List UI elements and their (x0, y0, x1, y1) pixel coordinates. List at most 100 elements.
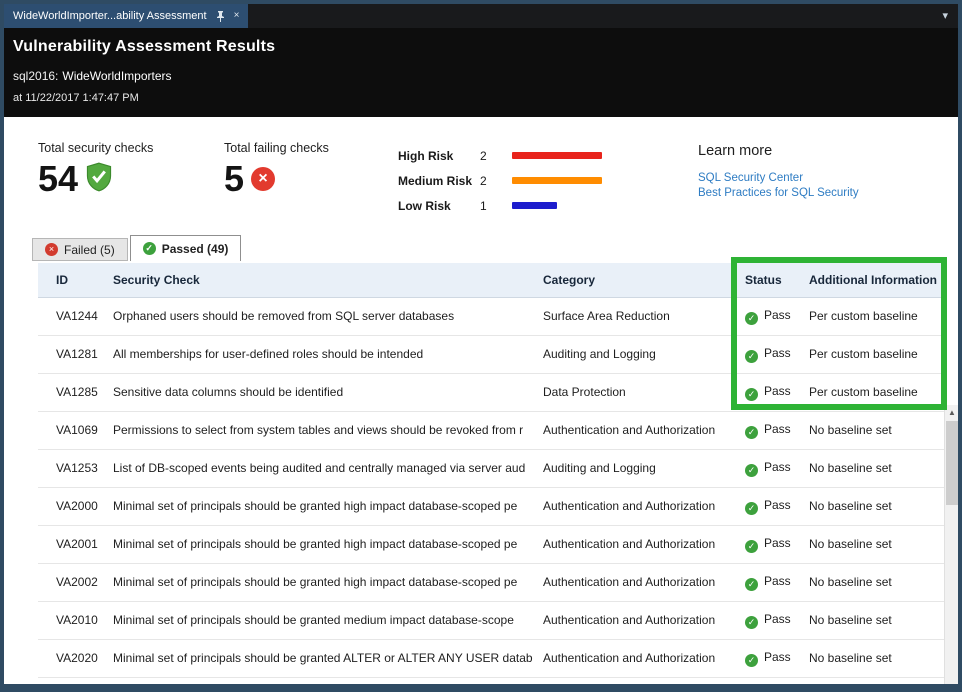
column-header-id[interactable]: ID (38, 263, 105, 297)
cell-additional-information: No baseline set (801, 601, 944, 639)
cell-id: VA2010 (38, 601, 105, 639)
cell-additional-information: No baseline set (801, 563, 944, 601)
cell-category: Surface Area Reduction (535, 297, 737, 335)
pass-icon: ✓ (745, 502, 758, 515)
risk-row: Low Risk1 (398, 193, 602, 218)
cell-category: Data Protection (535, 373, 737, 411)
cell-category: Authentication and Authorization (535, 563, 737, 601)
cell-additional-information: Per custom baseline (801, 335, 944, 373)
table-row[interactable]: VA1244Orphaned users should be removed f… (38, 297, 944, 335)
total-checks-metric: Total security checks 54 (38, 141, 224, 197)
cell-category: Authentication and Authorization (535, 411, 737, 449)
table-row[interactable]: VA2000Minimal set of principals should b… (38, 487, 944, 525)
cell-id: VA1285 (38, 373, 105, 411)
table-row[interactable]: VA1285Sensitive data columns should be i… (38, 373, 944, 411)
cell-status: ✓ Pass (737, 487, 801, 525)
cell-status: ✓Pass (737, 563, 801, 601)
risk-label: Medium Risk (398, 174, 480, 188)
cell-status: ✓ Pass (737, 525, 801, 563)
failed-tab-label: Failed (5) (64, 243, 115, 257)
pass-icon: ✓ (745, 654, 758, 667)
total-checks-label: Total security checks (38, 141, 224, 155)
table-row[interactable]: VA1253List of DB-scoped events being aud… (38, 449, 944, 487)
cell-id: VA2002 (38, 563, 105, 601)
cell-id: VA1253 (38, 449, 105, 487)
table-row[interactable]: VA2010Minimal set of principals should b… (38, 601, 944, 639)
cell-category: Authentication and Authorization (535, 601, 737, 639)
failing-checks-metric: Total failing checks 5 × (224, 141, 398, 197)
status-text: Pass (764, 650, 791, 664)
ssms-window: WideWorldImporter...ability Assessment ×… (0, 0, 962, 692)
cell-status: ✓Pass (737, 449, 801, 487)
tab-failed[interactable]: × Failed (5) (32, 238, 128, 261)
status-text: Pass (764, 536, 791, 550)
risk-row: Medium Risk2 (398, 168, 602, 193)
column-header-status[interactable]: Status (737, 263, 801, 297)
vertical-scrollbar[interactable]: ▲ ▼ (944, 405, 958, 692)
tab-passed[interactable]: ✓ Passed (49) (130, 235, 242, 261)
passed-tab-icon: ✓ (143, 242, 156, 255)
status-text: Pass (764, 308, 791, 322)
pass-icon: ✓ (745, 464, 758, 477)
pin-icon[interactable] (216, 11, 225, 22)
status-text: Pass (764, 422, 791, 436)
risk-legend: High Risk2Medium Risk2Low Risk1 (398, 143, 602, 218)
cell-status: ✓Pass (737, 601, 801, 639)
pass-icon: ✓ (745, 350, 758, 363)
risk-bar (512, 152, 602, 159)
risk-label: High Risk (398, 149, 480, 163)
table-row[interactable]: VA1069Permissions to select from system … (38, 411, 944, 449)
status-text: Pass (764, 498, 791, 512)
result-tabs: × Failed (5) ✓ Passed (49) (32, 235, 958, 261)
status-text: Pass (764, 346, 791, 360)
close-icon[interactable]: × (234, 11, 240, 21)
titlebar: WideWorldImporter...ability Assessment ×… (4, 4, 958, 28)
cell-security-check: Orphaned users should be removed from SQ… (105, 297, 535, 335)
cell-additional-information: No baseline set (801, 639, 944, 677)
table-row[interactable]: VA1281All memberships for user-defined r… (38, 335, 944, 373)
failed-tab-icon: × (45, 243, 58, 256)
column-header-category[interactable]: Category (535, 263, 737, 297)
scroll-up-icon[interactable]: ▲ (945, 405, 959, 420)
link-best-practices[interactable]: Best Practices for SQL Security (698, 187, 859, 199)
cell-id: VA2001 (38, 525, 105, 563)
cell-additional-information: Per custom baseline (801, 373, 944, 411)
risk-count: 2 (480, 174, 512, 188)
status-text: Pass (764, 384, 791, 398)
column-header-additional-information[interactable]: Additional Information (801, 263, 944, 297)
pass-icon: ✓ (745, 540, 758, 553)
failing-checks-value: 5 (224, 161, 244, 197)
server-name: sql2016: (13, 69, 58, 83)
scrollbar-thumb[interactable] (946, 421, 958, 505)
document-tab-label: WideWorldImporter...ability Assessment (13, 10, 207, 22)
table-row[interactable]: VA2001Minimal set of principals should b… (38, 525, 944, 563)
cell-category: Auditing and Logging (535, 335, 737, 373)
table-row[interactable]: VA2020Minimal set of principals should b… (38, 639, 944, 677)
column-header-security-check[interactable]: Security Check (105, 263, 535, 297)
cell-id: VA1244 (38, 297, 105, 335)
cell-category: Authentication and Authorization (535, 487, 737, 525)
pass-icon: ✓ (745, 312, 758, 325)
server-database-line: sql2016:WideWorldImporters (13, 69, 948, 83)
passed-tab-label: Passed (49) (162, 242, 229, 256)
cell-status: ✓ Pass (737, 639, 801, 677)
cell-additional-information: No baseline set (801, 487, 944, 525)
cell-additional-information: No baseline set (801, 449, 944, 487)
summary-section: Total security checks 54 Total failing c… (4, 117, 958, 213)
chevron-down-icon[interactable]: ▾ (942, 4, 958, 28)
table-row[interactable]: VA2002Minimal set of principals should b… (38, 563, 944, 601)
cell-additional-information: No baseline set (801, 525, 944, 563)
shield-check-icon (85, 162, 113, 197)
failing-checks-label: Total failing checks (224, 141, 398, 155)
link-sql-security-center[interactable]: SQL Security Center (698, 172, 859, 184)
results-table-wrap: ID Security Check Category Status Additi… (38, 263, 944, 678)
cell-status: ✓Pass (737, 411, 801, 449)
document-tab[interactable]: WideWorldImporter...ability Assessment × (4, 4, 248, 28)
pass-icon: ✓ (745, 616, 758, 629)
cell-category: Authentication and Authorization (535, 639, 737, 677)
risk-label: Low Risk (398, 199, 480, 213)
cell-status: ✓Pass (737, 373, 801, 411)
cell-status: ✓ Pass (737, 335, 801, 373)
cell-security-check: Sensitive data columns should be identif… (105, 373, 535, 411)
cell-category: Auditing and Logging (535, 449, 737, 487)
